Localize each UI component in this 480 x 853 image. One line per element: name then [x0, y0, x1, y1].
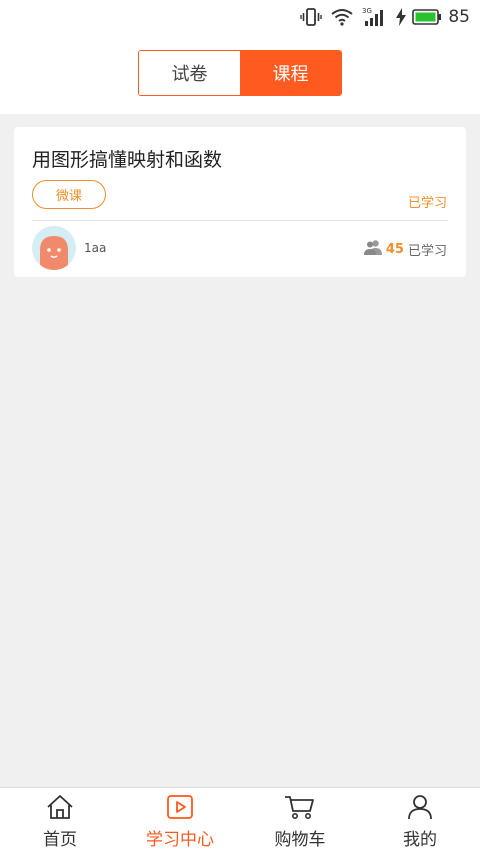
- author-name: 1aa: [84, 241, 107, 255]
- tab-cart-label: 购物车: [274, 830, 326, 850]
- bottom-tab-bar: 首页 学习中心 购物车 我的: [0, 787, 480, 853]
- user-icon: [405, 794, 435, 824]
- signal-icon: 3G: [362, 6, 388, 28]
- tab-exam[interactable]: 试卷: [139, 51, 240, 95]
- charging-icon: [396, 8, 407, 26]
- course-type-tag: 微课: [32, 180, 106, 209]
- avatar: [32, 226, 76, 270]
- course-card[interactable]: 用图形搞懂映射和函数 微课 已学习 1aa 45 已学习: [14, 127, 466, 277]
- home-icon: [45, 794, 75, 824]
- tab-cart[interactable]: 购物车: [240, 788, 360, 853]
- network-type-label: 3G: [362, 7, 372, 15]
- segment-control: 试卷 课程: [138, 50, 342, 96]
- header: 试卷 课程: [0, 34, 480, 114]
- tab-study-center[interactable]: 学习中心: [120, 788, 240, 853]
- course-title: 用图形搞懂映射和函数: [32, 149, 223, 171]
- tab-mine-label: 我的: [403, 830, 437, 850]
- battery-indicator: 85: [396, 7, 470, 27]
- learner-suffix: 已学习: [407, 243, 447, 259]
- learner-number: 45: [385, 241, 404, 257]
- tab-home[interactable]: 首页: [0, 788, 120, 853]
- learner-count: 45 已学习: [363, 239, 447, 259]
- wifi-icon: [330, 7, 354, 27]
- divider: [32, 220, 448, 221]
- battery-level: 85: [448, 7, 470, 27]
- tab-mine[interactable]: 我的: [360, 788, 480, 853]
- status-bar: 3G 85: [0, 0, 480, 34]
- vibrate-icon: [300, 7, 323, 27]
- tab-study-center-label: 学习中心: [146, 830, 214, 850]
- cart-icon: [284, 794, 316, 824]
- study-status: 已学习: [407, 196, 447, 211]
- tab-course[interactable]: 课程: [240, 51, 341, 95]
- users-icon: [363, 239, 382, 259]
- tab-home-label: 首页: [43, 830, 77, 850]
- battery-icon: [412, 9, 442, 25]
- play-icon: [165, 794, 195, 824]
